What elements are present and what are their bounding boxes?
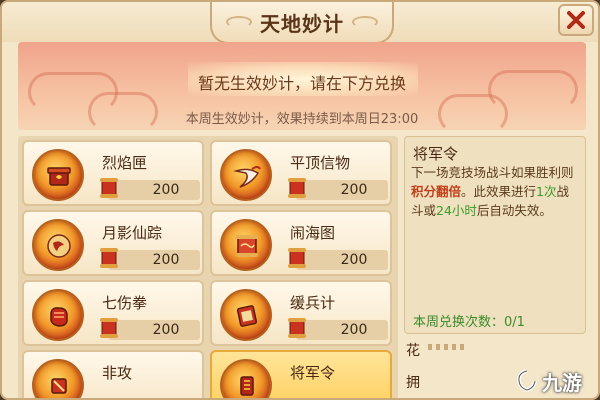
cost-value: 200 xyxy=(340,252,368,268)
title-right-cloud-icon xyxy=(352,16,378,28)
moon-trace-icon xyxy=(32,219,84,271)
strategy-card[interactable]: 七伤拳 200 xyxy=(22,280,204,346)
active-strategy-banner: 暂无生效妙计，请在下方兑换 本周生效妙计，效果持续到本周日23:00 xyxy=(18,42,586,130)
desc-text: 。此效果进行 xyxy=(461,184,537,199)
desc-text: 后自动失效。 xyxy=(476,203,552,218)
banner-status-text: 暂无生效妙计，请在下方兑换 xyxy=(197,74,406,93)
desc-duration: 24小时 xyxy=(436,203,477,218)
strategy-card[interactable]: 闹海图 200 xyxy=(210,210,392,276)
strategy-card[interactable]: 平顶信物 200 xyxy=(210,140,392,206)
scroll-currency-icon xyxy=(288,178,306,198)
exchange-panel: 天地妙计 暂无生效妙计，请在下方兑换 本周生效妙计，效果持续到本周日23:00 … xyxy=(0,0,600,400)
general-order-icon xyxy=(220,359,272,398)
divider xyxy=(428,344,468,350)
close-button[interactable] xyxy=(558,4,594,36)
owned-label: 拥 xyxy=(406,375,420,391)
title-left-cloud-icon xyxy=(226,16,252,28)
watermark-text: 九游 xyxy=(542,370,582,395)
cost-value: 200 xyxy=(152,182,180,198)
claw-token-icon xyxy=(220,149,272,201)
strategy-grid: 烈焰匣 200 平顶信物 200 月影仙踪 200 闹海图 200 七伤拳 20… xyxy=(18,136,398,398)
desc-highlight: 积分翻倍 xyxy=(411,184,462,199)
strategy-name: 缓兵计 xyxy=(290,294,336,312)
scroll-currency-icon xyxy=(288,248,306,268)
cost-value: 200 xyxy=(340,182,368,198)
desc-count: 1次 xyxy=(536,184,557,199)
strategy-name: 将军令 xyxy=(290,364,336,382)
scroll-currency-icon xyxy=(288,318,306,338)
detail-title: 将军令 xyxy=(413,145,459,163)
strategy-card[interactable]: 缓兵计 200 xyxy=(210,280,392,346)
desc-text: 下一场竞技场战斗如果胜利则 xyxy=(411,165,574,180)
strategy-card[interactable]: 月影仙踪 200 xyxy=(22,210,204,276)
cost-value: 200 xyxy=(340,322,368,338)
flame-box-icon xyxy=(32,149,84,201)
watermark-logo-icon xyxy=(517,369,537,392)
title-tab: 天地妙计 xyxy=(210,2,394,44)
detail-description: 下一场竞技场战斗如果胜利则积分翻倍。此效果进行1次战斗或24小时后自动失效。 xyxy=(411,163,581,220)
strategy-name: 闹海图 xyxy=(290,224,336,242)
close-icon xyxy=(567,11,585,29)
strategy-name: 非攻 xyxy=(102,364,133,382)
non-attack-icon xyxy=(32,359,84,398)
strategy-name: 月影仙踪 xyxy=(102,224,163,242)
strategy-card[interactable]: 烈焰匣 200 xyxy=(22,140,204,206)
delay-scroll-icon xyxy=(220,289,272,341)
watermark: 九游 xyxy=(514,366,598,396)
strategy-card[interactable]: 非攻 xyxy=(22,350,204,398)
cost-value: 200 xyxy=(152,322,180,338)
banner-duration-text: 本周生效妙计，效果持续到本周日23:00 xyxy=(185,112,419,127)
strategy-name: 七伤拳 xyxy=(102,294,148,312)
strategy-name: 烈焰匣 xyxy=(102,154,148,172)
scroll-currency-icon xyxy=(100,318,118,338)
fist-icon xyxy=(32,289,84,341)
cost-value: 200 xyxy=(152,252,180,268)
page-title: 天地妙计 xyxy=(260,11,344,36)
strategy-detail-panel: 将军令 下一场竞技场战斗如果胜利则积分翻倍。此效果进行1次战斗或24小时后自动失… xyxy=(404,136,586,334)
scroll-currency-icon xyxy=(100,248,118,268)
strategy-card-selected[interactable]: 将军令 xyxy=(210,350,392,398)
strategy-name: 平顶信物 xyxy=(290,154,351,172)
cost-label: 花 xyxy=(406,343,420,359)
sea-scroll-icon xyxy=(220,219,272,271)
scroll-currency-icon xyxy=(100,178,118,198)
weekly-exchange-count: 本周兑换次数：0/1 xyxy=(413,315,525,330)
